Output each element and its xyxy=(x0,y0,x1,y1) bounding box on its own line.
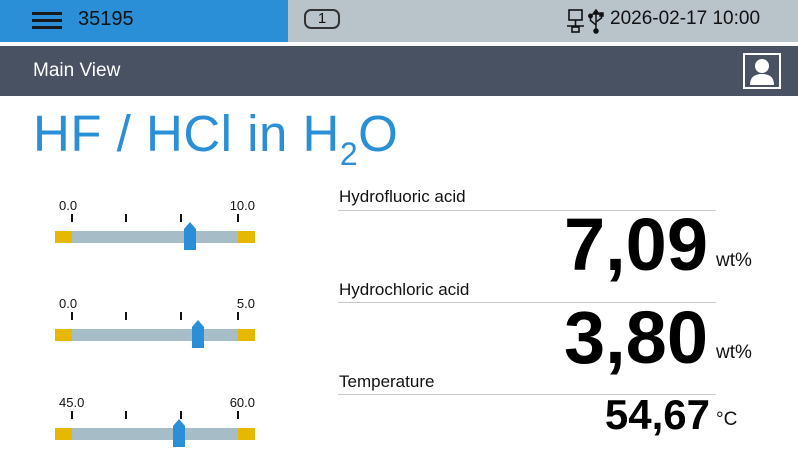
user-icon xyxy=(750,59,774,85)
datetime: 2026-02-17 10:00 xyxy=(610,8,761,29)
page-title: HF / HCl in H2O xyxy=(33,104,398,173)
gauge-pointer xyxy=(192,320,205,348)
title-main: HF / HCl in H xyxy=(33,105,340,162)
gauge-bar xyxy=(55,231,255,243)
gauge-tick xyxy=(180,411,182,419)
gauge-tick xyxy=(125,312,127,320)
gauge-low-limit xyxy=(55,428,72,440)
gauge-tick xyxy=(125,411,127,419)
user-button[interactable] xyxy=(743,53,781,89)
notification-badge[interactable]: 1 xyxy=(304,9,340,29)
measurement-label-temperature: Temperature xyxy=(339,372,435,391)
measurement-value-hcl: 3,80 xyxy=(563,296,708,379)
view-title: Main View xyxy=(33,60,121,81)
gauge-tick xyxy=(125,214,127,222)
gauge-tick xyxy=(237,411,239,419)
gauge-hf: 0.0 10.0 xyxy=(55,198,255,258)
gauge-tick xyxy=(71,312,73,320)
gauge-temperature: 45.0 60.0 xyxy=(55,395,255,455)
status-bar: 35195 1 2026-02-17 10:00 xyxy=(0,0,798,42)
measurement-value-temperature: 54,67 xyxy=(604,391,710,438)
gauge-bar xyxy=(55,329,255,341)
gauge-max-label: 10.0 xyxy=(229,198,255,213)
gauge-tick xyxy=(237,214,239,222)
gauge-max-label: 5.0 xyxy=(236,296,255,311)
device-id: 35195 xyxy=(78,8,134,30)
gauge-low-limit xyxy=(55,329,72,341)
gauge-tick xyxy=(180,312,182,320)
gauge-tick xyxy=(71,411,73,419)
gauge-min-label: 45.0 xyxy=(59,395,85,410)
measurement-value-hf: 7,09 xyxy=(563,203,708,286)
nav-bar: Main View xyxy=(0,46,798,96)
network-icon xyxy=(567,9,584,33)
gauge-hcl: 0.0 5.0 xyxy=(55,296,255,356)
gauge-low-limit xyxy=(55,231,72,243)
title-tail: O xyxy=(358,105,399,162)
gauge-max-label: 60.0 xyxy=(229,395,255,410)
measurement-unit-hf: wt% xyxy=(716,250,752,271)
gauge-min-label: 0.0 xyxy=(59,296,78,311)
measurement-unit-temperature: °C xyxy=(716,409,738,430)
measurement-label-hf: Hydrofluoric acid xyxy=(339,187,466,206)
gauge-tick xyxy=(180,214,182,222)
gauge-pointer xyxy=(183,222,196,250)
gauge-bar xyxy=(55,428,255,440)
gauge-tick xyxy=(237,312,239,320)
gauge-high-limit xyxy=(238,428,255,440)
measurement-unit-hcl: wt% xyxy=(716,342,752,363)
measurement-label-hcl: Hydrochloric acid xyxy=(339,280,470,299)
gauge-pointer xyxy=(173,419,185,447)
menu-area: 35195 xyxy=(0,0,288,42)
menu-icon[interactable] xyxy=(32,12,62,29)
usb-icon xyxy=(588,8,604,34)
title-subscript: 2 xyxy=(339,136,359,172)
gauge-high-limit xyxy=(238,329,255,341)
gauge-high-limit xyxy=(238,231,255,243)
gauge-min-label: 0.0 xyxy=(59,198,78,213)
gauge-tick xyxy=(71,214,73,222)
status-icons xyxy=(567,8,604,34)
